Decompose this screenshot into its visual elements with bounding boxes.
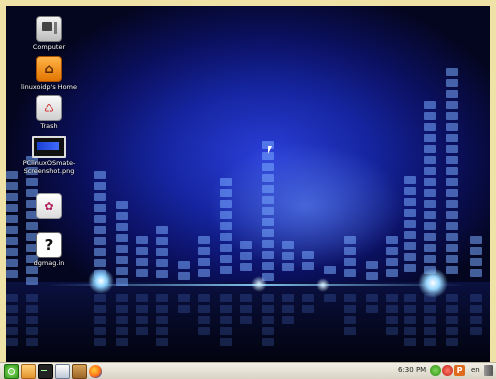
trash-icon: ♺ <box>36 95 62 121</box>
desktop-icon-trash[interactable]: ♺ Trash <box>19 95 79 131</box>
equalizer-column <box>116 201 128 289</box>
pclinuxos-tray-icon[interactable]: P <box>454 365 465 376</box>
menu-icon[interactable] <box>4 363 19 379</box>
desktop-icon-label: dgmag.in <box>33 259 65 267</box>
desktop-icon-label: Computer <box>32 43 66 51</box>
equalizer-reflection <box>446 294 458 349</box>
equalizer-column <box>220 178 232 277</box>
desktop-icon-label: Trash <box>40 122 58 130</box>
firefox-icon[interactable] <box>89 364 102 378</box>
desktop-icon-label: PClinuxOSmate- Screenshot.png <box>22 159 76 175</box>
wallpaper-flare <box>88 268 114 294</box>
equalizer-reflection <box>156 294 168 349</box>
equalizer-column <box>404 176 416 275</box>
equalizer-reflection <box>424 294 436 349</box>
desktop[interactable]: Computer ⌂ linuxoidp's Home ♺ Trash PCli… <box>6 6 490 362</box>
equalizer-column <box>386 236 398 280</box>
equalizer-reflection <box>6 294 18 349</box>
equalizer-column <box>302 251 314 273</box>
app-launcher-icon: ✿ <box>36 193 62 219</box>
computer-icon <box>36 16 62 42</box>
equalizer-reflection <box>302 294 314 316</box>
update-notifier-icon[interactable] <box>442 365 453 376</box>
equalizer-column <box>282 241 294 274</box>
package-manager-icon[interactable] <box>72 363 87 379</box>
terminal-icon[interactable] <box>38 363 53 379</box>
equalizer-column <box>240 241 252 274</box>
equalizer-reflection <box>136 294 148 338</box>
equalizer-reflection <box>94 294 106 349</box>
equalizer-column <box>424 101 436 277</box>
equalizer-column <box>470 236 482 280</box>
network-icon[interactable] <box>430 365 441 376</box>
equalizer-reflection <box>386 294 398 338</box>
equalizer-reflection <box>116 294 128 349</box>
home-folder-icon: ⌂ <box>36 56 62 82</box>
volume-icon[interactable] <box>484 365 493 376</box>
equalizer-column <box>156 226 168 281</box>
equalizer-column <box>198 236 210 280</box>
desktop-icon-screenshot[interactable]: PClinuxOSmate- Screenshot.png <box>19 133 79 175</box>
equalizer-reflection <box>344 294 356 338</box>
equalizer-reflection <box>220 294 232 349</box>
control-center-icon[interactable] <box>55 363 70 379</box>
equalizer-column <box>344 236 356 280</box>
equalizer-column <box>366 261 378 283</box>
wallpaper-flare <box>418 268 448 298</box>
equalizer-reflection <box>470 294 482 338</box>
help-file-icon: ? <box>36 232 62 258</box>
file-manager-icon[interactable] <box>21 363 36 379</box>
equalizer-reflection <box>282 294 294 327</box>
equalizer-reflection <box>262 294 274 349</box>
equalizer-column <box>136 236 148 280</box>
equalizer-reflection <box>178 294 190 316</box>
equalizer-column <box>324 266 336 277</box>
equalizer-column <box>178 261 190 283</box>
equalizer-column <box>262 141 274 284</box>
equalizer-column <box>446 68 458 277</box>
desktop-icon-dgmag[interactable]: ? dgmag.in <box>19 232 79 268</box>
keyboard-layout-indicator[interactable]: en <box>471 366 480 374</box>
desktop-icon-label: linuxoidp's Home <box>21 83 77 91</box>
clock[interactable]: 6:30 PM <box>398 366 426 374</box>
equalizer-column <box>94 171 106 281</box>
mouse-pointer-icon <box>268 146 272 154</box>
bottom-panel: 6:30 PM P en <box>0 362 496 379</box>
equalizer-column <box>6 171 18 281</box>
desktop-icon-app[interactable]: ✿ <box>19 193 79 221</box>
wallpaper-flare <box>251 276 267 292</box>
equalizer-reflection <box>324 294 336 305</box>
equalizer-column <box>26 156 38 288</box>
equalizer-reflection <box>404 294 416 349</box>
desktop-icon-computer[interactable]: Computer <box>19 16 79 52</box>
wallpaper-flare <box>316 278 330 292</box>
equalizer-reflection <box>26 294 38 349</box>
equalizer-reflection <box>198 294 210 338</box>
desktop-icon-home[interactable]: ⌂ linuxoidp's Home <box>19 56 79 92</box>
equalizer-reflection <box>366 294 378 316</box>
equalizer-reflection <box>240 294 252 327</box>
image-file-icon <box>32 136 66 158</box>
